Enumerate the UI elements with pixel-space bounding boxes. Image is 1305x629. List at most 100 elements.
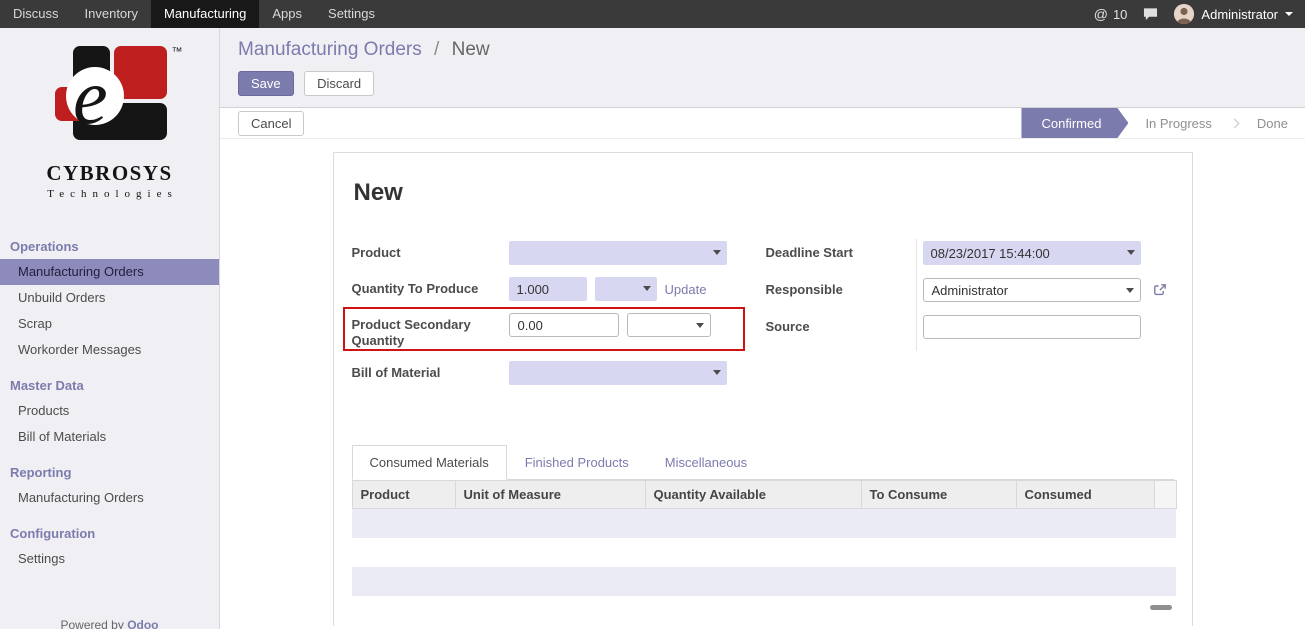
odoo-link[interactable]: Odoo [127, 618, 158, 629]
form-sheet: New Product [333, 152, 1193, 626]
table-row [352, 596, 1176, 625]
source-input[interactable] [923, 315, 1141, 339]
control-buttons: Save Discard [238, 71, 1305, 96]
notebook-tabs: Consumed Materials Finished Products Mis… [352, 445, 1174, 480]
sidebar-section-reporting: Reporting [0, 458, 219, 485]
status-steps: Confirmed In Progress Done [1021, 108, 1305, 138]
uom-select[interactable] [595, 277, 657, 301]
control-panel: Manufacturing Orders / New Save Discard [220, 28, 1305, 107]
breadcrumb-current: New [452, 39, 490, 60]
sidebar-section-operations: Operations [0, 232, 219, 259]
table-row [352, 567, 1176, 596]
app-menus: Discuss Inventory Manufacturing Apps Set… [0, 0, 388, 28]
tab-miscellaneous[interactable]: Miscellaneous [647, 445, 765, 480]
save-button[interactable]: Save [238, 71, 294, 96]
breadcrumb-separator: / [434, 39, 439, 60]
chevron-down-icon [713, 250, 721, 255]
form-view: New Product [220, 139, 1305, 629]
col-consumed[interactable]: Consumed [1016, 481, 1154, 509]
col-unit-of-measure[interactable]: Unit of Measure [455, 481, 645, 509]
main-content: Manufacturing Orders / New Save Discard … [220, 28, 1305, 629]
external-link-icon[interactable] [1153, 283, 1167, 297]
menu-discuss[interactable]: Discuss [0, 0, 72, 28]
brand-name: CYBROSYS [0, 161, 219, 186]
sidebar-item-bill-of-materials[interactable]: Bill of Materials [0, 424, 219, 450]
company-logo: e ™ CYBROSYS Technologies [0, 28, 219, 200]
product-secondary-quantity-label: Product Secondary Quantity [352, 313, 509, 353]
sidebar-item-workorder-messages[interactable]: Workorder Messages [0, 337, 219, 363]
status-in-progress[interactable]: In Progress [1128, 108, 1228, 138]
col-to-consume[interactable]: To Consume [861, 481, 1016, 509]
tab-finished-products[interactable]: Finished Products [507, 445, 647, 480]
breadcrumb-link-manufacturing-orders[interactable]: Manufacturing Orders [238, 39, 422, 60]
secondary-quantity-input[interactable] [509, 313, 619, 337]
horizontal-scrollbar-thumb[interactable] [1150, 605, 1172, 610]
chevron-down-icon [1285, 12, 1293, 16]
bill-of-material-label: Bill of Material [352, 361, 509, 385]
deadline-start-label: Deadline Start [766, 241, 923, 265]
chevron-right-icon [1229, 118, 1239, 128]
user-menu[interactable]: Administrator [1174, 4, 1293, 24]
sidebar-item-settings[interactable]: Settings [0, 546, 219, 572]
group-divider [916, 239, 917, 351]
product-select[interactable] [509, 241, 727, 265]
record-title: New [354, 179, 1174, 207]
status-confirmed[interactable]: Confirmed [1021, 108, 1128, 138]
sidebar-section-master-data: Master Data [0, 371, 219, 398]
trademark-symbol: ™ [172, 46, 183, 58]
consumed-materials-table: Product Unit of Measure Quantity Availab… [352, 480, 1177, 625]
sidebar-item-manufacturing-orders[interactable]: Manufacturing Orders [0, 259, 219, 285]
col-quantity-available[interactable]: Quantity Available [645, 481, 861, 509]
at-icon: @ [1094, 7, 1108, 21]
responsible-label: Responsible [766, 278, 923, 302]
tab-consumed-materials[interactable]: Consumed Materials [352, 445, 507, 480]
update-link[interactable]: Update [665, 282, 707, 297]
menu-apps[interactable]: Apps [259, 0, 315, 28]
chevron-down-icon [713, 370, 721, 375]
chevron-down-icon [643, 286, 651, 291]
field-groups: Product Quantity To Produce [352, 241, 1174, 397]
chevron-down-icon [1126, 288, 1134, 293]
chevron-down-icon [696, 323, 704, 328]
activity-count: 10 [1113, 7, 1127, 22]
menu-inventory[interactable]: Inventory [72, 0, 151, 28]
cybrosys-logo-icon: e ™ [49, 44, 171, 153]
col-extra [1154, 481, 1176, 509]
right-field-group: Deadline Start 08/23/2017 15:44:00 Respo… [766, 241, 1174, 397]
sidebar-nav: Operations Manufacturing Orders Unbuild … [0, 232, 219, 572]
quantity-to-produce-label: Quantity To Produce [352, 277, 509, 301]
user-name: Administrator [1201, 7, 1278, 22]
sidebar-item-scrap[interactable]: Scrap [0, 311, 219, 337]
source-label: Source [766, 315, 923, 339]
product-label: Product [352, 241, 509, 265]
messages-icon[interactable] [1143, 7, 1158, 21]
sidebar-item-reporting-manufacturing-orders[interactable]: Manufacturing Orders [0, 485, 219, 511]
chevron-down-icon [1127, 250, 1135, 255]
systray: @ 10 Administrator [1094, 0, 1305, 28]
menu-manufacturing[interactable]: Manufacturing [151, 0, 259, 28]
svg-text:e: e [73, 53, 108, 140]
col-product[interactable]: Product [352, 481, 455, 509]
responsible-select[interactable]: Administrator [923, 278, 1141, 302]
sidebar-item-products[interactable]: Products [0, 398, 219, 424]
table-header-row: Product Unit of Measure Quantity Availab… [352, 481, 1176, 509]
cancel-button[interactable]: Cancel [238, 111, 304, 136]
powered-by-text: Powered by [60, 618, 123, 629]
bill-of-material-select[interactable] [509, 361, 727, 385]
left-field-group: Product Quantity To Produce [352, 241, 766, 397]
deadline-start-select[interactable]: 08/23/2017 15:44:00 [923, 241, 1141, 265]
form-statusbar: Cancel Confirmed In Progress Done [220, 107, 1305, 139]
top-menubar: Discuss Inventory Manufacturing Apps Set… [0, 0, 1305, 28]
quantity-input[interactable] [509, 277, 587, 301]
secondary-uom-select[interactable] [627, 313, 711, 337]
sidebar-item-unbuild-orders[interactable]: Unbuild Orders [0, 285, 219, 311]
powered-by: Powered by Odoo [0, 618, 219, 629]
activities-menu[interactable]: @ 10 [1094, 7, 1128, 22]
table-row [352, 509, 1176, 538]
avatar [1174, 4, 1194, 24]
sidebar-section-configuration: Configuration [0, 519, 219, 546]
menu-settings[interactable]: Settings [315, 0, 388, 28]
status-done[interactable]: Done [1240, 108, 1305, 138]
discard-button[interactable]: Discard [304, 71, 374, 96]
breadcrumb: Manufacturing Orders / New [238, 39, 1305, 61]
